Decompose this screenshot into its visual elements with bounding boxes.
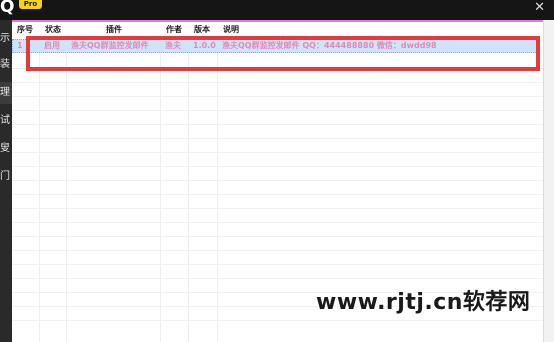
row-divider bbox=[12, 138, 543, 139]
col-header-author[interactable]: 作者 bbox=[166, 24, 182, 36]
row-divider bbox=[12, 96, 543, 97]
row-divider bbox=[12, 250, 543, 251]
sidebar-item-3[interactable]: 理 bbox=[0, 82, 12, 104]
col-header-index[interactable]: 序号 bbox=[17, 24, 33, 36]
row-divider bbox=[12, 208, 543, 209]
row-divider bbox=[12, 110, 543, 111]
row-divider bbox=[12, 320, 543, 321]
watermark-text: www.rjtj.cn软荐网 bbox=[316, 290, 531, 315]
row-divider bbox=[12, 166, 543, 167]
row-divider bbox=[12, 264, 543, 265]
sidebar: 示 装 理 试 叟 门 bbox=[0, 20, 12, 342]
sidebar-item-2[interactable]: 装 bbox=[0, 54, 12, 76]
app-logo: Q bbox=[0, 0, 15, 17]
row-divider bbox=[12, 278, 543, 279]
pro-badge: Pro bbox=[19, 0, 42, 9]
col-header-status[interactable]: 状态 bbox=[45, 24, 61, 36]
row-divider bbox=[12, 124, 543, 125]
sidebar-item-1[interactable]: 示 bbox=[0, 28, 12, 50]
row-divider bbox=[12, 180, 543, 181]
row-divider bbox=[12, 236, 543, 237]
sidebar-item-5[interactable]: 叟 bbox=[0, 138, 12, 160]
col-header-desc[interactable]: 说明 bbox=[223, 24, 239, 36]
row-divider bbox=[12, 152, 543, 153]
col-header-version[interactable]: 版本 bbox=[194, 24, 210, 36]
row-divider bbox=[12, 194, 543, 195]
close-button[interactable]: ✕ bbox=[534, 0, 545, 16]
vertical-scrollbar[interactable] bbox=[543, 20, 554, 342]
row-divider bbox=[12, 82, 543, 83]
title-bar: Q Pro ✕ bbox=[0, 0, 554, 20]
row-divider bbox=[12, 222, 543, 223]
annotation-highlight-box bbox=[26, 36, 540, 71]
sidebar-item-4[interactable]: 试 bbox=[0, 110, 12, 132]
col-header-plugin[interactable]: 插件 bbox=[106, 24, 122, 36]
sidebar-item-6[interactable]: 门 bbox=[0, 166, 12, 188]
